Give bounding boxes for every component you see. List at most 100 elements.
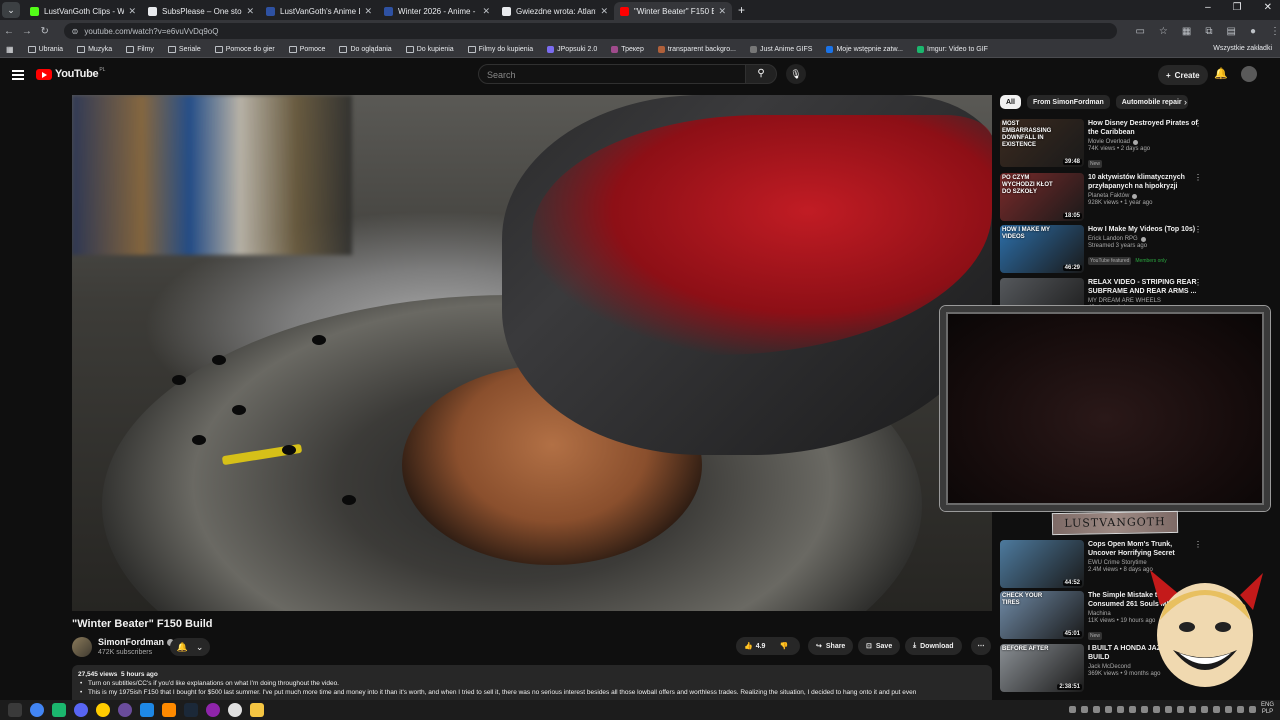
recommended-video[interactable]: PO CZYM WYCHODZI KŁOT DO SZKOŁY 18:05 10 a… xyxy=(1000,173,1210,223)
video-thumbnail[interactable]: 44:52 xyxy=(1000,540,1084,588)
bookmark-item[interactable]: Pomoce do gier xyxy=(214,46,275,53)
bookmark-item[interactable]: Muzyka xyxy=(77,46,112,53)
all-bookmarks-link[interactable]: Wszystkie zakładki xyxy=(1213,45,1272,52)
subscription-bell-button[interactable]: 🔔 ⌄ xyxy=(170,638,210,656)
hamburger-menu-icon[interactable] xyxy=(12,70,24,80)
reload-icon[interactable]: ↻ xyxy=(36,26,54,37)
recommended-channel[interactable]: EWU Crime Storytime xyxy=(1088,560,1147,566)
browser-tab[interactable]: Winter 2026 - Anime - MyAnim ✕ xyxy=(378,2,496,20)
sidepanel-icon[interactable]: ▤ xyxy=(1226,26,1235,37)
user-avatar[interactable] xyxy=(1241,66,1257,82)
video-thumbnail[interactable]: PO CZYM WYCHODZI KŁOT DO SZKOŁY 18:05 xyxy=(1000,173,1084,221)
bookmark-item[interactable]: Do kupienia xyxy=(405,46,454,53)
file-explorer-icon[interactable] xyxy=(250,703,264,717)
close-tab-icon[interactable]: ✕ xyxy=(246,6,254,17)
bookmark-item[interactable]: JPopsuki 2.0 xyxy=(547,46,597,53)
download-button[interactable]: ⤓ Download xyxy=(905,637,962,655)
more-options-icon[interactable]: ⋮ xyxy=(1194,119,1202,128)
share-button[interactable]: ↪ Share xyxy=(808,637,854,655)
bookmark-item[interactable]: Imgur: Video to GIF xyxy=(917,46,988,53)
cast-icon[interactable]: ▭ xyxy=(1135,26,1144,37)
bookmark-item[interactable]: Filmy do kupienia xyxy=(467,46,533,53)
tray-icon[interactable] xyxy=(1164,705,1172,713)
browser-tab[interactable]: LustVanGoth Clips - Watch Live✕ xyxy=(24,2,142,20)
bookmark-item[interactable]: Seriale xyxy=(167,46,201,53)
menu-kebab-icon[interactable]: ⋮ xyxy=(1270,26,1280,37)
tab-search-button[interactable]: ⌄ xyxy=(2,2,20,18)
maximize-button[interactable]: ❐ xyxy=(1233,2,1242,13)
tray-icon[interactable] xyxy=(1092,705,1100,713)
bookmark-item[interactable]: Just Anime GIFS xyxy=(749,46,812,53)
browser-tab[interactable]: "Winter Beater" F150 Build - Yo✕ xyxy=(614,2,732,20)
app-icon[interactable] xyxy=(52,703,66,717)
tray-icon[interactable] xyxy=(1176,705,1184,713)
back-icon[interactable]: ← xyxy=(0,26,18,37)
url-field[interactable]: ⊜ youtube.com/watch?v=e6vuVvDq9oQ xyxy=(63,23,1118,39)
steam-icon[interactable] xyxy=(184,703,198,717)
close-window-button[interactable]: ✕ xyxy=(1264,2,1272,13)
close-tab-icon[interactable]: ✕ xyxy=(718,6,726,17)
profile-icon[interactable]: ● xyxy=(1250,26,1256,37)
tray-icon[interactable] xyxy=(1152,705,1160,713)
channel-name-link[interactable]: SimonFordman xyxy=(98,637,175,647)
video-thumbnail[interactable]: CHECK YOUR TIRES 45:01 xyxy=(1000,591,1084,639)
vlc-icon[interactable] xyxy=(162,703,176,717)
bookmark-item[interactable]: Moje wstępnie zatw... xyxy=(826,46,903,53)
bookmark-item[interactable]: Ubrania xyxy=(27,46,63,53)
app-icon[interactable] xyxy=(96,703,110,717)
more-options-icon[interactable]: ⋮ xyxy=(1194,225,1202,234)
bookmark-item[interactable]: transparent backgro... xyxy=(657,46,736,53)
voice-search-icon[interactable]: 🎙 xyxy=(786,64,806,84)
video-thumbnail[interactable]: HOW I MAKE MY VIDEOS 46:29 xyxy=(1000,225,1084,273)
recommended-channel[interactable]: Machina xyxy=(1088,611,1111,617)
browser-tab[interactable]: LustVanGoth's Anime List - My ✕ xyxy=(260,2,378,20)
chip-all[interactable]: All xyxy=(1000,95,1021,109)
start-icon[interactable] xyxy=(8,703,22,717)
channel-avatar[interactable] xyxy=(72,637,92,657)
dislike-button[interactable]: 👎 xyxy=(779,642,788,650)
forward-icon[interactable]: → xyxy=(18,26,36,37)
extensions-puzzle-icon[interactable]: ⧉ xyxy=(1205,26,1212,37)
app-icon[interactable] xyxy=(140,703,154,717)
save-button[interactable]: ⊡ Save xyxy=(858,637,901,655)
more-options-icon[interactable]: ⋮ xyxy=(1194,173,1202,182)
search-button[interactable]: ⚲ xyxy=(745,64,777,84)
tray-icon[interactable] xyxy=(1188,705,1196,713)
site-info-icon[interactable]: ⊜ xyxy=(72,27,79,36)
tray-icon[interactable] xyxy=(1236,705,1244,713)
recommended-channel[interactable]: MY DREAM ARE WHEELS xyxy=(1088,298,1161,304)
extension-icon[interactable]: ▦ xyxy=(1182,26,1191,37)
chevron-right-icon[interactable]: › xyxy=(1184,97,1187,107)
new-tab-button[interactable]: + xyxy=(738,3,745,17)
bookmark-item[interactable]: Трекер xyxy=(611,46,644,53)
tray-icon[interactable] xyxy=(1068,705,1076,713)
tray-icon[interactable] xyxy=(1224,705,1232,713)
like-button[interactable]: 👍 4.9 xyxy=(744,642,765,651)
app-icon[interactable] xyxy=(118,703,132,717)
close-tab-icon[interactable]: ✕ xyxy=(364,6,372,17)
notifications-bell-icon[interactable]: 🔔 xyxy=(1214,67,1228,80)
close-tab-icon[interactable]: ✕ xyxy=(128,6,136,17)
recommended-video[interactable]: HOW I MAKE MY VIDEOS 46:29 How I Make My V… xyxy=(1000,225,1210,275)
video-thumbnail[interactable]: MOST EMBARRASSING DOWNFALL IN EXISTENCE 3… xyxy=(1000,119,1084,167)
video-thumbnail[interactable]: BEFORE AFTER 2:38:51 xyxy=(1000,644,1084,692)
chrome-icon[interactable] xyxy=(30,703,44,717)
bookmark-item[interactable]: Do oglądania xyxy=(339,46,392,53)
discord-icon[interactable] xyxy=(74,703,88,717)
tray-icon[interactable] xyxy=(1140,705,1148,713)
close-tab-icon[interactable]: ✕ xyxy=(482,6,490,17)
create-button[interactable]: + Create xyxy=(1158,65,1208,85)
tray-icon[interactable] xyxy=(1104,705,1112,713)
language-indicator[interactable]: ENG PLP xyxy=(1261,702,1274,716)
recommended-channel[interactable]: Planeta Faktów xyxy=(1088,193,1129,199)
tray-icon[interactable] xyxy=(1080,705,1088,713)
search-input[interactable]: Search xyxy=(478,64,746,84)
close-tab-icon[interactable]: ✕ xyxy=(600,6,608,17)
minimize-button[interactable]: – xyxy=(1205,2,1211,13)
tray-icon[interactable] xyxy=(1248,705,1256,713)
app-icon[interactable] xyxy=(206,703,220,717)
browser-tab[interactable]: Gwiezdne wrota: Atlantyda / St ✕ xyxy=(496,2,614,20)
tray-icon[interactable] xyxy=(1116,705,1124,713)
star-icon[interactable]: ☆ xyxy=(1159,26,1168,37)
chip-from-channel[interactable]: From SimonFordman xyxy=(1026,95,1110,109)
